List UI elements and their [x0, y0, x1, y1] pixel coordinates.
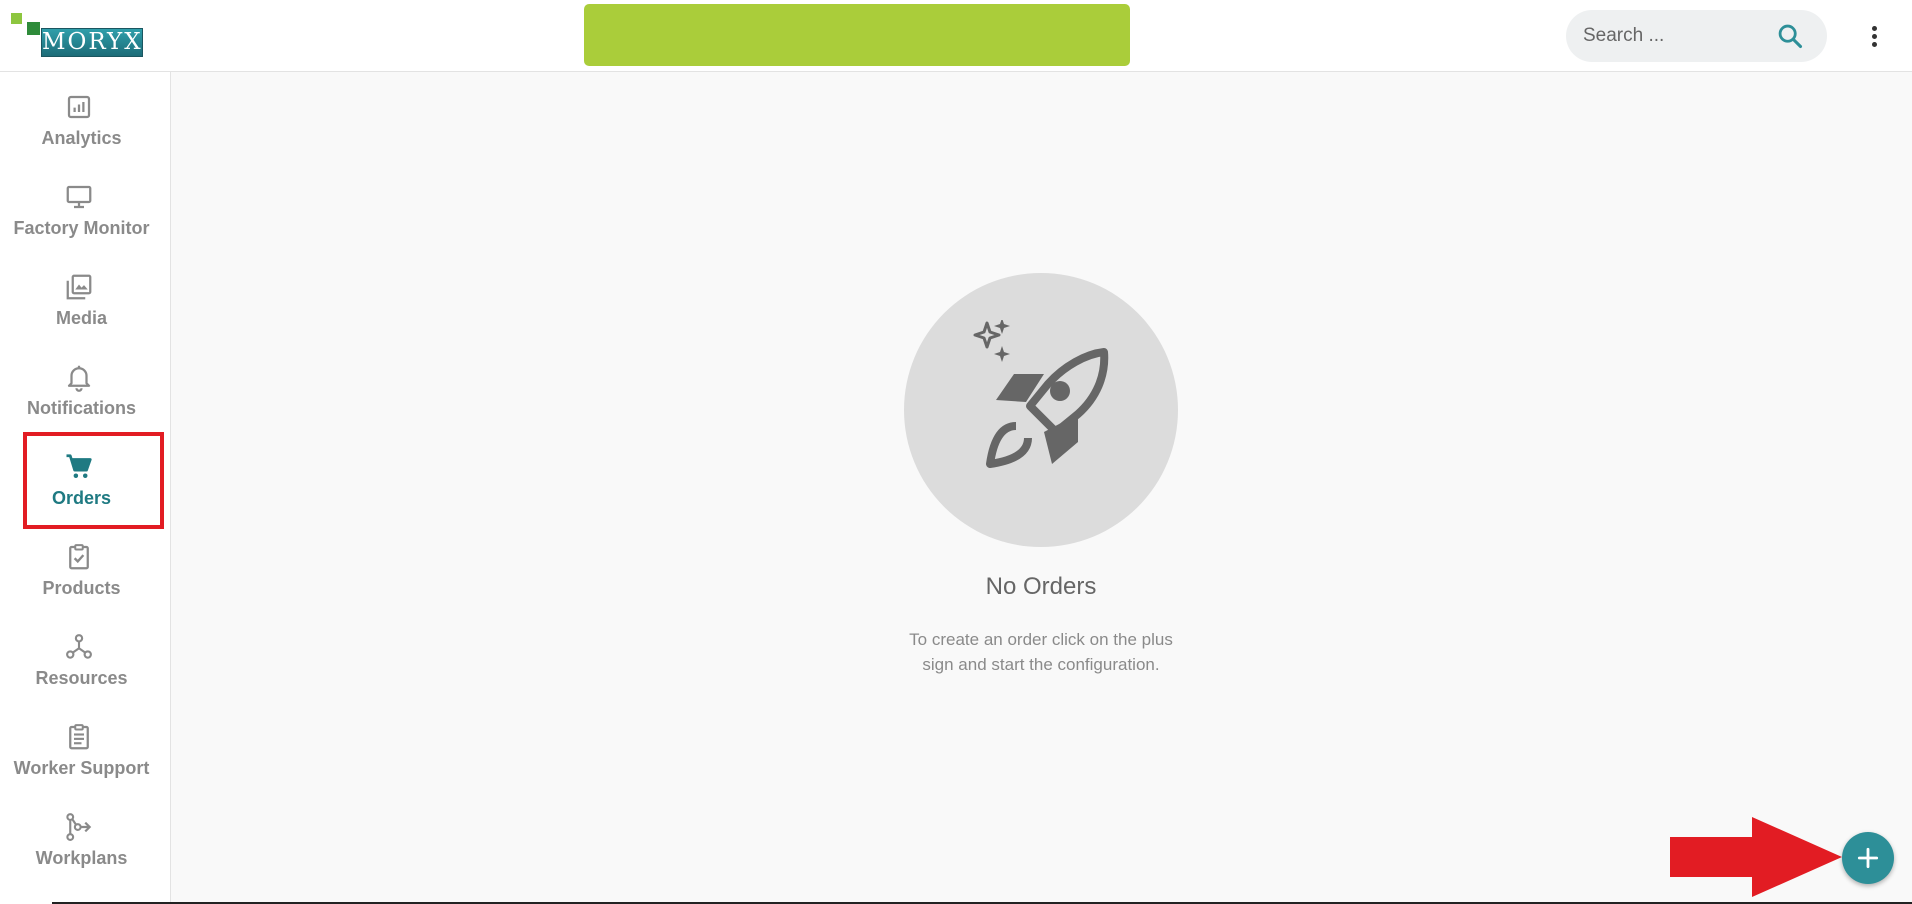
- logo-square: [27, 22, 40, 35]
- sidebar-item-notifications[interactable]: Notifications: [0, 346, 163, 436]
- resources-icon: [66, 634, 92, 659]
- sidebar-item-label: Notifications: [26, 398, 136, 418]
- more-vert-icon[interactable]: [1862, 18, 1886, 54]
- sidebar-item-label: Products: [42, 578, 121, 598]
- sidebar-item-label: Resources: [35, 668, 128, 688]
- sidebar-item-label: Workplans: [35, 848, 128, 868]
- app-window: MORYX Analytics: [0, 0, 1912, 904]
- moryx-logo[interactable]: MORYX: [11, 13, 145, 59]
- empty-state-title: No Orders: [985, 573, 1097, 600]
- rocket-icon: [973, 320, 1109, 468]
- sidebar-item-analytics[interactable]: Analytics: [0, 76, 163, 166]
- sidebar-item-factory-monitor[interactable]: Factory Monitor: [0, 166, 163, 256]
- bell-icon: [67, 365, 91, 392]
- clipboard-check-icon: [69, 544, 89, 570]
- sidebar-item-media[interactable]: Media: [0, 256, 163, 346]
- add-order-button[interactable]: [1842, 832, 1894, 884]
- analytics-icon: [67, 95, 91, 119]
- sidebar-item-label: Worker Support: [13, 758, 150, 778]
- sidebar-item-resources[interactable]: Resources: [0, 616, 163, 706]
- logo-square: [11, 13, 22, 24]
- search-icon[interactable]: [1776, 22, 1804, 50]
- monitor-icon: [66, 185, 92, 209]
- plus-icon: [1857, 847, 1879, 869]
- sidebar-item-products[interactable]: Products: [0, 526, 163, 616]
- sidebar-item-worker-support[interactable]: Worker Support: [0, 706, 163, 796]
- logo-text: MORYX: [41, 28, 143, 57]
- header-banner: [584, 4, 1130, 66]
- search-box[interactable]: [1566, 10, 1827, 62]
- sidebar-item-label: Analytics: [41, 128, 122, 148]
- sidebar-item-workplans[interactable]: Workplans: [0, 796, 163, 886]
- empty-state-description: To create an order click on the plus sig…: [909, 630, 1173, 674]
- red-arrow-annotation: [1670, 817, 1842, 897]
- sidebar-item-label: Media: [55, 308, 107, 328]
- workplans-icon: [66, 813, 92, 841]
- top-bar: MORYX: [0, 0, 1912, 72]
- media-icon: [66, 274, 92, 300]
- search-input[interactable]: [1583, 10, 1773, 62]
- sidebar-item-label: Factory Monitor: [13, 218, 150, 238]
- orders-highlight-box: [23, 432, 164, 529]
- document-icon: [69, 724, 89, 750]
